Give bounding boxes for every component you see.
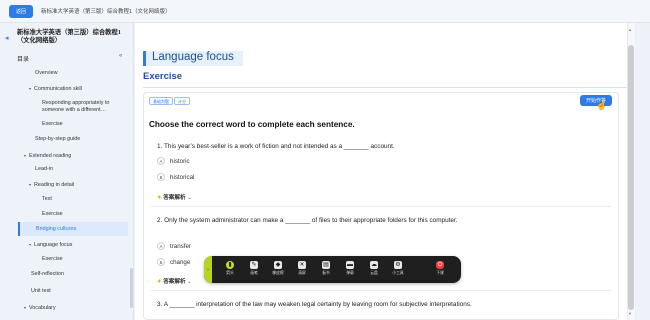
question-divider <box>151 290 611 291</box>
sidebar-scrollbar[interactable] <box>130 268 133 308</box>
toc-item-vocabulary[interactable]: ▾ Vocabulary <box>24 304 133 312</box>
tool-clear[interactable]: ✕ 清屏 <box>292 261 312 279</box>
clear-icon: ✕ <box>298 261 306 269</box>
top-bar: 返回 新标准大学英语（第三版）综合教程1（文化网络版） <box>0 0 650 23</box>
question-2: 2. Only the system administrator can mak… <box>157 217 458 224</box>
toc-item-exercise-1[interactable]: Exercise <box>42 121 133 128</box>
toolbar-drag-handle[interactable]: › <box>204 256 212 283</box>
toc-item-overview[interactable]: Overview <box>35 70 133 77</box>
tool-pointer[interactable]: ▮ 箭头 <box>220 261 240 279</box>
tool-pen[interactable]: ✎ 画笔 <box>244 261 264 279</box>
toc-item-text[interactable]: Text <box>42 196 133 203</box>
scrollbar-thumb[interactable] <box>628 45 634 310</box>
comment-icon: ▬ <box>346 261 354 269</box>
toc-item-bridging-cultures[interactable]: Bridging cultures <box>18 222 128 236</box>
pointer-icon: ▮ <box>226 261 234 269</box>
answer-analysis-1[interactable]: ✦ 答案解析 ⌄ <box>157 193 192 201</box>
back-button[interactable]: 返回 <box>9 5 33 18</box>
tool-comment[interactable]: ▬ 弹幕 <box>340 261 360 279</box>
toc-item-exercise-2[interactable]: Exercise <box>42 211 133 218</box>
lightbulb-icon: ✦ <box>157 195 162 201</box>
chevron-down-icon: ⌄ <box>187 279 192 285</box>
cloud-icon: ☁ <box>370 261 378 269</box>
window-edge <box>635 23 650 320</box>
question-1: 1. This year’s best-seller is a work of … <box>157 143 395 150</box>
tool-eraser[interactable]: ◆ 橡皮擦 <box>268 261 288 279</box>
toc-item-lead-in[interactable]: Lead-in <box>35 166 133 173</box>
tool-widgets[interactable]: ⚙ 小工具 <box>388 261 408 279</box>
toc-item-exercise-3[interactable]: Exercise <box>42 256 133 263</box>
collapse-icon[interactable]: « <box>119 53 122 59</box>
tool-cloud[interactable]: ☁ 云盘 <box>364 261 384 279</box>
title-divider <box>143 87 627 88</box>
toc-item-responding[interactable]: Responding appropriately to someone with… <box>42 100 128 114</box>
instruction-text: Choose the correct word to complete each… <box>149 120 355 129</box>
lightbulb-icon: ✦ <box>157 279 162 285</box>
tool-board[interactable]: ▤ 板书 <box>316 261 336 279</box>
tag-auto-grading: 基础判题 <box>149 97 173 105</box>
answer-analysis-2[interactable]: ✦ 答案解析 ⌄ <box>157 277 192 285</box>
scroll-up-icon[interactable]: ▲ <box>628 27 632 32</box>
expand-handle-icon[interactable]: ◂ <box>5 34 9 42</box>
toc-item-self-reflection[interactable]: Self-reflection <box>31 271 133 278</box>
scroll-down-icon[interactable]: ▼ <box>628 311 632 316</box>
option-2a[interactable]: Atransfer <box>157 242 191 250</box>
toc-item-communication-skill[interactable]: ▾ Communication skill <box>29 85 133 93</box>
book-title: 新标准大学英语（第三版）综合教程1（文化网络版） <box>41 9 171 15</box>
mouse-cursor-icon: ☝ <box>596 100 608 110</box>
toc-item-step-by-step[interactable]: Step-by-step guide <box>35 136 133 143</box>
toc-item-reading-in-detail[interactable]: ▾ Reading in detail <box>29 181 133 189</box>
exercise-title: Exercise <box>143 71 183 82</box>
pen-icon: ✎ <box>250 261 258 269</box>
end-class-icon: ⏻ <box>436 261 444 269</box>
option-1b[interactable]: Bhistorical <box>157 173 194 181</box>
section-title: Language focus <box>152 51 234 63</box>
option-2b[interactable]: Bchange <box>157 258 190 266</box>
tag-scoring: 计分 <box>174 97 190 105</box>
toc-item-extended-reading[interactable]: ▾ Extended reading <box>24 152 133 160</box>
toc-item-language-focus[interactable]: ▾ Language focus <box>29 241 133 249</box>
chevron-down-icon: ⌄ <box>187 195 192 201</box>
sidebar: 新标准大学英语（第三版）综合教程1（文化网络版） 目录 « Overview ▾… <box>0 23 134 320</box>
tool-end-class[interactable]: ⏻ 下课 <box>430 261 450 279</box>
sidebar-book-title: 新标准大学英语（第三版）综合教程1（文化网络版） <box>17 29 121 44</box>
question-3: 3. A _______ interpretation of the law m… <box>157 301 472 308</box>
board-icon: ▤ <box>322 261 330 269</box>
eraser-icon: ◆ <box>274 261 282 269</box>
toc-item-unit-test[interactable]: Unit test <box>31 288 133 295</box>
option-1a[interactable]: Ahistoric <box>157 157 190 165</box>
question-divider <box>151 206 611 207</box>
tools-icon: ⚙ <box>394 261 402 269</box>
toc-heading: 目录 <box>17 57 30 63</box>
